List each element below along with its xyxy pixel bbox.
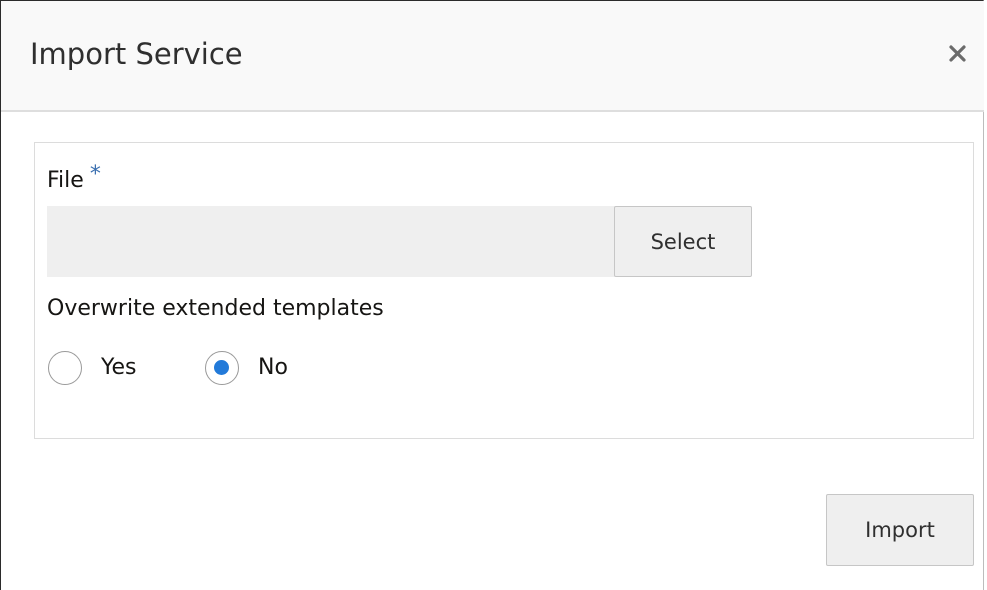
close-icon <box>949 45 966 62</box>
import-service-dialog: Import Service File * Select Overwrite ex… <box>0 0 984 590</box>
dialog-header: Import Service <box>1 1 984 112</box>
file-path-input[interactable] <box>47 206 615 277</box>
radio-yes-label: Yes <box>101 355 137 380</box>
radio-yes-control[interactable] <box>48 351 82 385</box>
radio-option-no[interactable]: No <box>205 350 288 386</box>
close-button[interactable] <box>941 37 975 71</box>
form-panel: File * Select Overwrite extended template… <box>34 142 974 439</box>
select-file-button[interactable]: Select <box>614 206 752 277</box>
dialog-title: Import Service <box>30 37 243 71</box>
radio-option-yes[interactable]: Yes <box>48 350 137 386</box>
radio-no-label: No <box>258 355 288 380</box>
import-button[interactable]: Import <box>826 494 974 566</box>
required-indicator: * <box>89 162 101 187</box>
file-field-label: File * <box>47 161 101 201</box>
file-label-text: File <box>47 168 84 193</box>
overwrite-templates-label: Overwrite extended templates <box>47 296 384 321</box>
radio-no-control[interactable] <box>205 351 239 385</box>
